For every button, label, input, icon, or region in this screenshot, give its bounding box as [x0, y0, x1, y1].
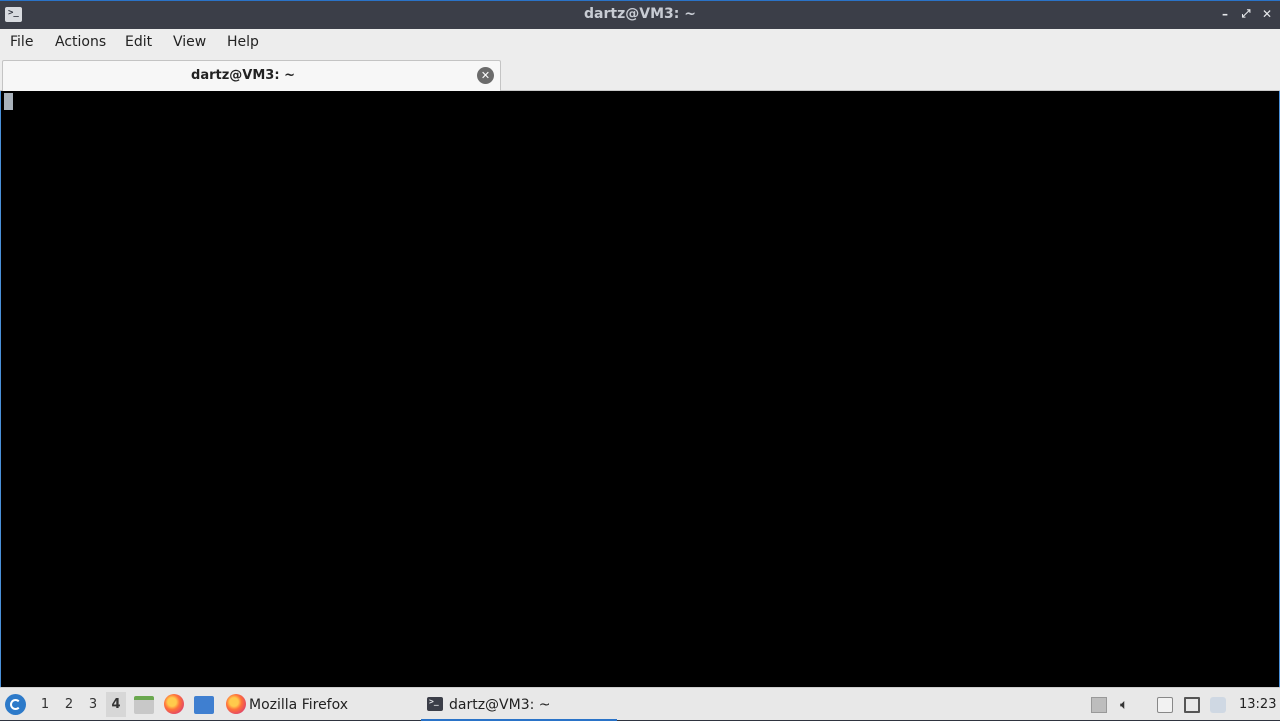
- lubuntu-start-icon[interactable]: [5, 694, 26, 715]
- menu-view[interactable]: View: [173, 34, 206, 50]
- desktop-icon[interactable]: [194, 696, 214, 714]
- workspace-2[interactable]: 2: [61, 697, 77, 712]
- terminal-icon: >_: [427, 697, 443, 711]
- workspace-3[interactable]: 3: [85, 697, 101, 712]
- file-manager-icon[interactable]: [134, 696, 154, 714]
- task-label: Mozilla Firefox: [249, 697, 349, 713]
- menu-help[interactable]: Help: [227, 34, 259, 50]
- minimize-icon[interactable]: –: [1217, 6, 1233, 22]
- clipboard-icon[interactable]: [1157, 697, 1173, 713]
- terminal-area[interactable]: [0, 91, 1280, 687]
- task-terminal[interactable]: >_ dartz@VM3: ~: [421, 688, 617, 721]
- tray-arrow-icon[interactable]: [1091, 697, 1107, 713]
- window-title: dartz@VM3: ~: [584, 6, 696, 22]
- menu-bar: File Actions Edit View Help: [0, 29, 1280, 57]
- maximize-icon[interactable]: ⤢: [1238, 6, 1254, 22]
- tab-title: dartz@VM3: ~: [191, 68, 295, 83]
- update-notifier-icon[interactable]: [1210, 697, 1226, 713]
- task-firefox[interactable]: Mozilla Firefox: [222, 688, 417, 721]
- close-circle-icon[interactable]: ✕: [477, 67, 494, 84]
- terminal-cursor: [4, 93, 13, 110]
- tab-terminal[interactable]: dartz@VM3: ~ ✕: [2, 60, 501, 91]
- workspace-1[interactable]: 1: [37, 697, 53, 712]
- task-label: dartz@VM3: ~: [449, 697, 551, 713]
- menu-file[interactable]: File: [10, 34, 33, 50]
- menu-edit[interactable]: Edit: [125, 34, 152, 50]
- workspace-4[interactable]: 4: [106, 692, 126, 717]
- window-titlebar[interactable]: >_ dartz@VM3: ~ – ⤢ ✕: [0, 0, 1280, 29]
- firefox-icon[interactable]: [164, 694, 184, 714]
- tab-bar: dartz@VM3: ~ ✕: [0, 57, 1280, 91]
- menu-actions[interactable]: Actions: [55, 34, 106, 50]
- close-icon[interactable]: ✕: [1259, 6, 1275, 22]
- taskbar: 1 2 3 4 Mozilla Firefox >_ dartz@VM3: ~ …: [0, 687, 1280, 721]
- network-icon[interactable]: [1184, 697, 1200, 713]
- volume-icon[interactable]: 🔈︎: [1120, 697, 1136, 713]
- clock[interactable]: 13:23: [1239, 697, 1276, 712]
- firefox-icon: [226, 694, 246, 714]
